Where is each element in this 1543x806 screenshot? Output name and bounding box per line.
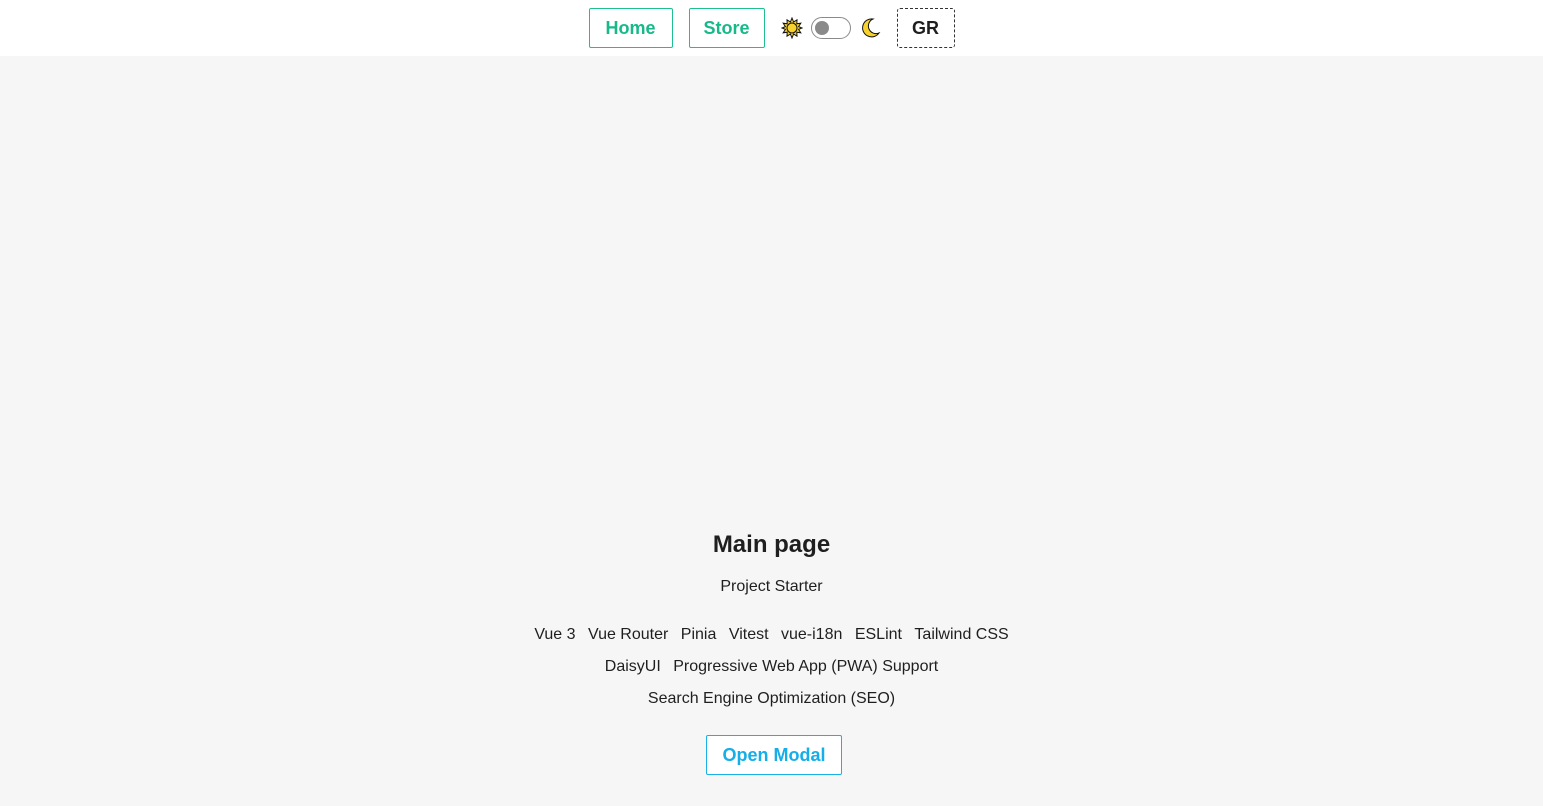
page-title: Main page — [712, 531, 831, 558]
home-button[interactable]: Home — [588, 8, 673, 48]
toggle-knob — [814, 21, 829, 35]
features-line-2: DaisyUI Progressive Web App (PWA) Suppor… — [0, 656, 1543, 678]
features-line-1: Vue 3 Vue Router Pinia Vitest vue-i18n E… — [0, 624, 1543, 646]
feature-item: ESLint — [854, 626, 902, 643]
store-button[interactable]: Store — [688, 8, 765, 48]
language-button[interactable]: GR — [896, 8, 955, 48]
nav-bar: Home Store GR — [588, 8, 955, 48]
feature-item: Vue 3 — [534, 626, 576, 643]
open-modal-button[interactable]: Open Modal — [706, 735, 842, 775]
feature-item: Vue Router — [587, 626, 669, 643]
feature-item: vue-i18n — [781, 626, 843, 643]
feature-item: Pinia — [680, 626, 717, 643]
feature-item: Progressive Web App (PWA) Support — [673, 658, 939, 675]
feature-item: Tailwind CSS — [914, 626, 1009, 643]
main-content: Main page Project Starter Vue 3 Vue Rout… — [0, 56, 1543, 806]
theme-toggle[interactable] — [810, 17, 851, 39]
feature-item: Search Engine Optimization (SEO) — [647, 690, 896, 707]
page-subtitle: Project Starter — [720, 578, 823, 595]
feature-item: Vitest — [728, 626, 769, 643]
theme-switch — [780, 17, 881, 39]
sun-icon — [780, 17, 803, 39]
feature-item: DaisyUI — [604, 658, 661, 675]
moon-icon — [859, 17, 881, 39]
top-navbar: Home Store GR — [0, 0, 1543, 56]
features-line-3: Search Engine Optimization (SEO) — [0, 688, 1543, 710]
